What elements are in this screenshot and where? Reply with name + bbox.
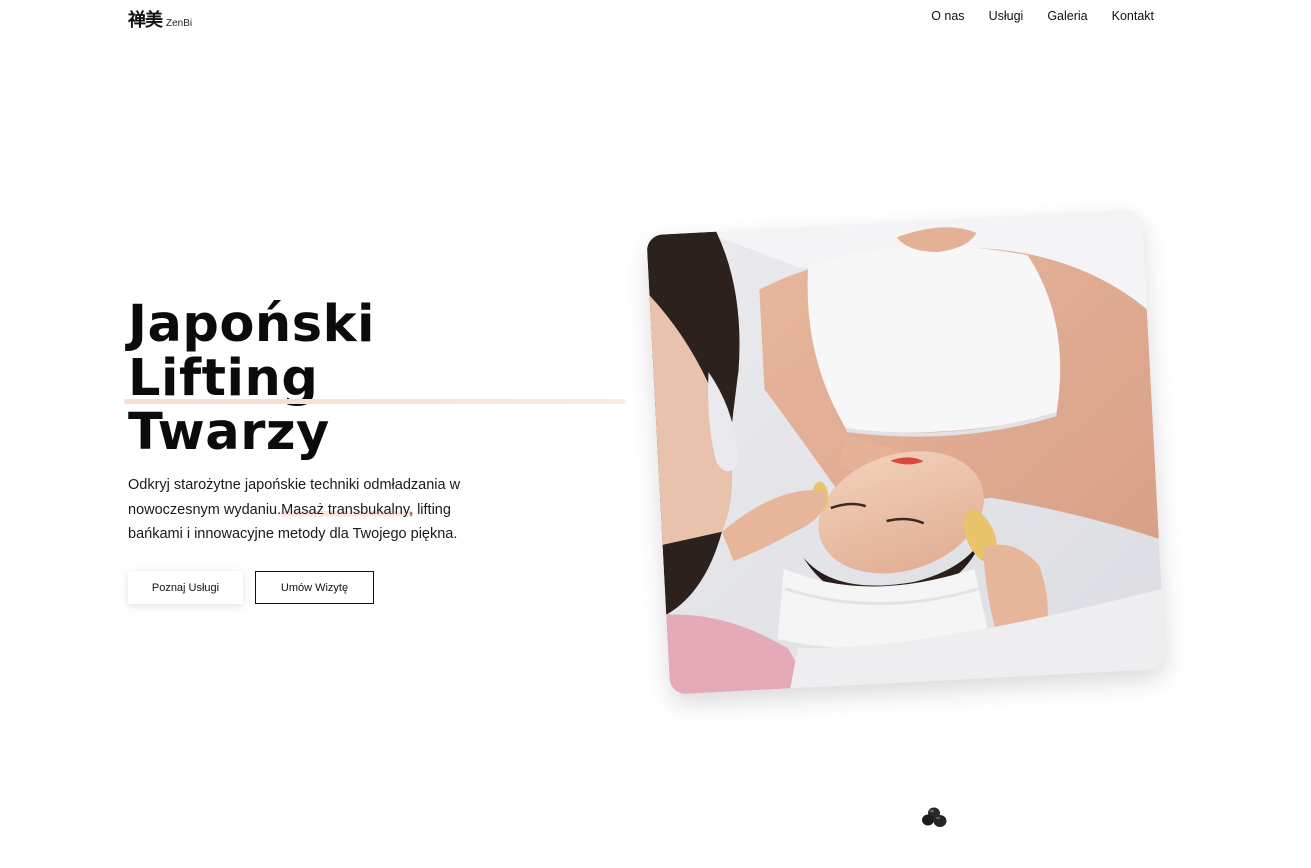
nav-link-galeria[interactable]: Galeria: [1047, 9, 1087, 23]
logo-wordmark: ZenBi: [166, 18, 193, 29]
logo[interactable]: 禅美 ZenBi: [128, 6, 192, 32]
title-accent-underline: [124, 399, 626, 404]
hero-title-line-2: Lifting: [128, 349, 319, 408]
book-appointment-button[interactable]: Umów Wizytę: [255, 571, 374, 604]
massage-stones-icon: [922, 807, 947, 827]
hero-description: Odkryj starożytne japońskie techniki odm…: [128, 473, 503, 547]
nav-link-o-nas[interactable]: O nas: [931, 9, 964, 23]
site-header: 禅美 ZenBi O nas Usługi Galeria Kontakt: [0, 0, 1311, 34]
logo-kanji: 禅美: [128, 10, 163, 31]
hero-title: Japoński Lifting Twarzy: [128, 298, 375, 460]
facial-massage-photo: [646, 209, 1166, 695]
hero-title-line-3: Twarzy: [128, 403, 330, 462]
main-nav: O nas Usługi Galeria Kontakt: [931, 9, 1154, 23]
hero-image: [646, 209, 1166, 695]
hero-description-highlight: Masaż transbukalny,: [281, 501, 414, 518]
explore-services-button[interactable]: Poznaj Usługi: [128, 571, 243, 604]
nav-link-kontakt[interactable]: Kontakt: [1112, 9, 1154, 23]
nav-link-uslugi[interactable]: Usługi: [989, 9, 1024, 23]
hero-title-line-1: Japoński: [128, 295, 375, 354]
